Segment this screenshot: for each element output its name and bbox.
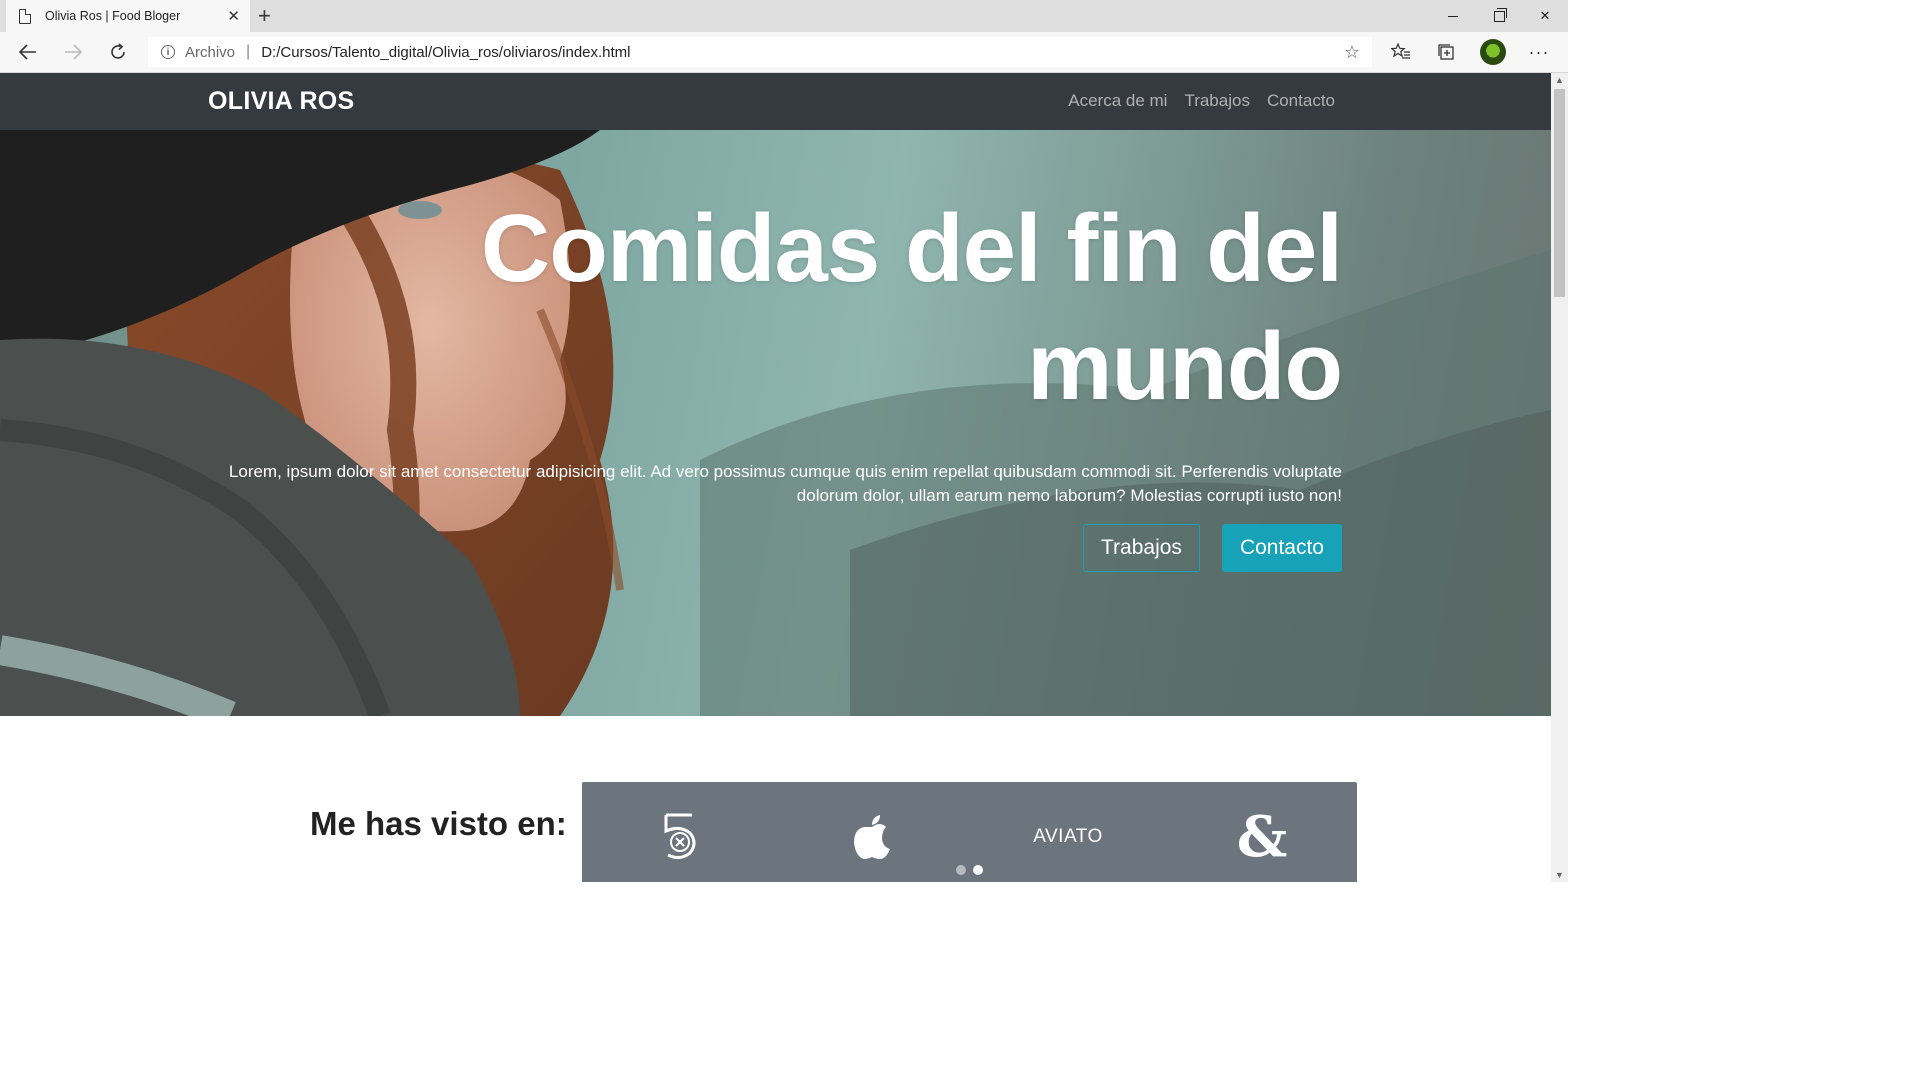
hero-buttons: Trabajos Contacto xyxy=(212,524,1342,572)
forward-button[interactable] xyxy=(61,40,85,64)
aviato-logo: AVIATO xyxy=(1033,826,1103,847)
site-navbar: OLIVIA ROS Acerca de mi Trabajos Contact… xyxy=(0,73,1551,130)
scroll-down-icon[interactable]: ▼ xyxy=(1555,870,1564,880)
apple-logo xyxy=(850,812,894,862)
arrow-left-icon xyxy=(19,44,36,60)
trabajos-button[interactable]: Trabajos xyxy=(1083,524,1200,572)
collections-icon xyxy=(1438,44,1454,60)
hero-title-line-2: mundo xyxy=(1027,313,1343,420)
browser-tab[interactable]: Olivia Ros | Food Bloger ✕ xyxy=(6,0,250,32)
back-button[interactable] xyxy=(16,40,40,64)
url-text[interactable]: D:/Cursos/Talento_digital/Olivia_ros/oli… xyxy=(261,44,1344,61)
scrollbar-thumb[interactable] xyxy=(1554,89,1565,297)
nav-link-acerca[interactable]: Acerca de mi xyxy=(1068,91,1167,111)
favorites-list-icon xyxy=(1391,43,1410,59)
hero-title-line-1: Comidas del fin del xyxy=(480,195,1343,302)
reload-button[interactable] xyxy=(106,40,130,64)
ampersand-logo: & xyxy=(1236,804,1288,870)
carousel-dot-1[interactable] xyxy=(956,865,966,875)
close-tab-icon[interactable]: ✕ xyxy=(227,7,240,25)
scroll-up-icon[interactable]: ▲ xyxy=(1555,75,1564,85)
site-nav-links: Acerca de mi Trabajos Contacto xyxy=(1068,91,1335,111)
minimize-icon xyxy=(1448,15,1458,17)
hero-section: Comidas del fin del mundo Lorem, ipsum d… xyxy=(0,130,1551,716)
hero-title: Comidas del fin del mundo xyxy=(212,190,1343,426)
arrow-right-icon xyxy=(65,44,82,60)
carousel-indicators xyxy=(956,865,983,875)
seen-in-title: Me has visto en: xyxy=(310,805,567,842)
profile-avatar[interactable] xyxy=(1480,39,1506,65)
apple-icon xyxy=(854,815,890,859)
restore-button[interactable] xyxy=(1476,0,1522,32)
five-logo-icon xyxy=(664,813,696,860)
reload-icon xyxy=(111,43,125,59)
favorites-button[interactable] xyxy=(1389,40,1413,64)
address-scheme-label: Archivo xyxy=(185,43,236,61)
favorite-star-icon[interactable]: ☆ xyxy=(1344,42,1360,63)
page-icon xyxy=(19,8,31,24)
hero-content: Comidas del fin del mundo Lorem, ipsum d… xyxy=(212,190,1343,572)
minimize-button[interactable] xyxy=(1430,0,1476,32)
nav-link-trabajos[interactable]: Trabajos xyxy=(1184,91,1250,111)
more-menu-button[interactable]: ··· xyxy=(1527,40,1551,64)
five-logo xyxy=(658,812,702,862)
address-bar[interactable]: i Archivo | D:/Cursos/Talento_digital/Ol… xyxy=(148,37,1372,67)
contacto-button[interactable]: Contacto xyxy=(1221,524,1342,572)
brand-logo[interactable]: OLIVIA ROS xyxy=(208,87,355,116)
browser-tab-bar: Olivia Ros | Food Bloger ✕ + ✕ xyxy=(0,0,1568,32)
tab-title: Olivia Ros | Food Bloger xyxy=(45,9,181,23)
hero-description: Lorem, ipsum dolor sit amet consectetur … xyxy=(228,462,1342,505)
page-viewport: OLIVIA ROS Acerca de mi Trabajos Contact… xyxy=(0,73,1551,882)
restore-icon xyxy=(1493,7,1507,22)
logo-carousel: AVIATO & xyxy=(582,782,1357,882)
close-window-button[interactable]: ✕ xyxy=(1522,0,1568,32)
new-tab-button[interactable]: + xyxy=(258,3,271,29)
window-controls: ✕ xyxy=(1430,0,1568,32)
address-separator: | xyxy=(246,43,251,60)
collections-button[interactable] xyxy=(1434,40,1458,64)
browser-toolbar: i Archivo | D:/Cursos/Talento_digital/Ol… xyxy=(0,32,1568,73)
info-icon[interactable]: i xyxy=(161,45,175,59)
nav-link-contacto[interactable]: Contacto xyxy=(1267,91,1335,111)
carousel-dot-2[interactable] xyxy=(973,865,983,875)
page-scrollbar[interactable]: ▲ ▼ xyxy=(1551,73,1568,882)
